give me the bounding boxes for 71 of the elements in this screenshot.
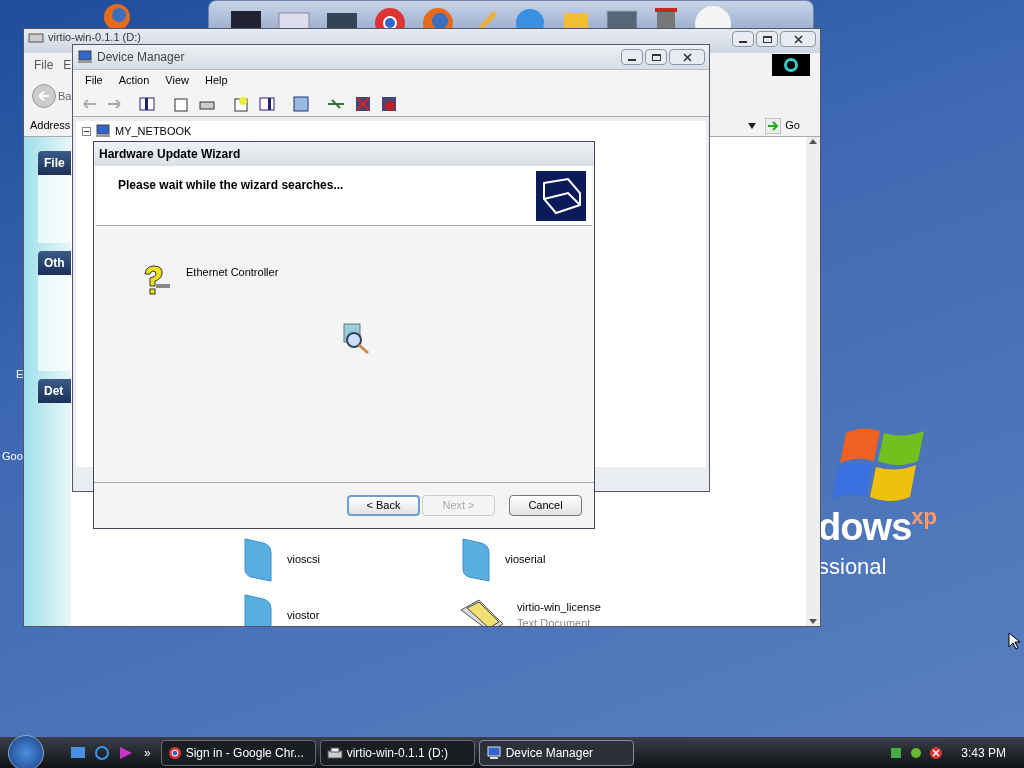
close-button[interactable] <box>780 31 816 47</box>
folder-icon <box>241 535 275 583</box>
wizard-heading: Please wait while the wizard searches... <box>118 177 344 194</box>
taskbar-button[interactable]: Device Manager <box>478 739 634 766</box>
wizard-button[interactable]: Cancel <box>509 495 582 516</box>
file-name[interactable]: viostor <box>287 606 320 624</box>
close-button[interactable] <box>669 49 705 65</box>
panel-icon[interactable] <box>139 96 155 111</box>
task-group-header[interactable]: Oth <box>38 251 71 275</box>
file-name[interactable]: vioscsi <box>287 550 320 568</box>
browser-icon[interactable] <box>94 744 110 761</box>
scroll-down-arrow-icon[interactable] <box>809 619 817 624</box>
maximize-button[interactable] <box>645 49 667 65</box>
file-name[interactable]: virtio-win_license <box>517 598 601 615</box>
task-group-header[interactable]: Det <box>38 379 71 403</box>
tree-item[interactable]: MY_NETBOOK <box>115 123 192 140</box>
device-name: Ethernet Controller <box>186 265 279 280</box>
start-button[interactable] <box>8 734 44 768</box>
menu-item[interactable]: Action <box>118 72 150 89</box>
minimize-button[interactable] <box>621 49 643 65</box>
folder-icon <box>459 535 493 583</box>
menu-item[interactable]: File <box>85 72 103 89</box>
address-label: Address <box>30 118 71 134</box>
logo-superscript: xp <box>911 506 937 528</box>
chevron-button[interactable]: » <box>144 743 151 762</box>
window-title: virtio-win-0.1.1 (D:) <box>48 31 141 43</box>
help-icon[interactable] <box>233 95 249 112</box>
logo-edition-text: ssional <box>818 553 887 581</box>
taskbar-button[interactable]: virtio-win-0.1.1 (D:) <box>319 739 475 766</box>
menu-item[interactable]: E <box>63 56 72 74</box>
desktop-icon-label: E <box>16 367 24 382</box>
file-name[interactable]: vioserial <box>505 550 546 568</box>
task-group-header[interactable]: File <box>38 151 71 175</box>
uninstall-icon[interactable] <box>355 95 371 112</box>
dialog-title: Hardware Update Wizard <box>99 146 241 163</box>
dropdown-caret-icon <box>747 121 758 130</box>
computer-icon <box>95 124 111 139</box>
expander-icon[interactable] <box>82 126 91 136</box>
drive-icon <box>28 31 44 43</box>
search-magnifier-icon <box>340 322 372 356</box>
menu-item[interactable]: File <box>34 56 54 74</box>
error-tray-icon[interactable] <box>929 745 944 760</box>
computer-icon <box>485 745 502 760</box>
clock: 3:43 PM <box>961 744 1006 762</box>
back-arrow-icon <box>38 91 50 101</box>
browser-icon <box>167 745 182 760</box>
go-button[interactable]: Go <box>765 117 814 134</box>
wizard-button[interactable]: < Back <box>347 495 420 516</box>
hardware-card-icon <box>536 171 586 221</box>
panel-icon[interactable] <box>259 96 275 111</box>
maximize-button[interactable] <box>756 31 778 47</box>
computer-icon <box>77 50 93 64</box>
browser-back-button[interactable] <box>32 84 56 108</box>
taskbar-button[interactable]: Sign in - Google Chr... <box>160 739 316 766</box>
desktop-icon-label: Goo <box>2 449 23 464</box>
media-player-icon[interactable] <box>118 744 134 761</box>
scroll-up-arrow-icon[interactable] <box>809 139 817 144</box>
notepad-icon <box>459 598 505 626</box>
close-icon <box>682 52 692 62</box>
logo-wordmark: dows <box>818 508 912 546</box>
back-label: Ba <box>58 88 72 104</box>
window-title: Device Manager <box>97 49 185 66</box>
throbber-icon <box>772 54 810 76</box>
menu-item[interactable]: Help <box>204 72 228 89</box>
minimize-button[interactable] <box>732 31 754 47</box>
folder-icon <box>241 591 275 626</box>
close-icon <box>793 34 803 44</box>
mouse-cursor-icon <box>1008 632 1020 650</box>
menu-item[interactable]: View <box>165 72 189 89</box>
drive-icon <box>326 746 343 759</box>
desktop-icon[interactable] <box>70 745 86 760</box>
